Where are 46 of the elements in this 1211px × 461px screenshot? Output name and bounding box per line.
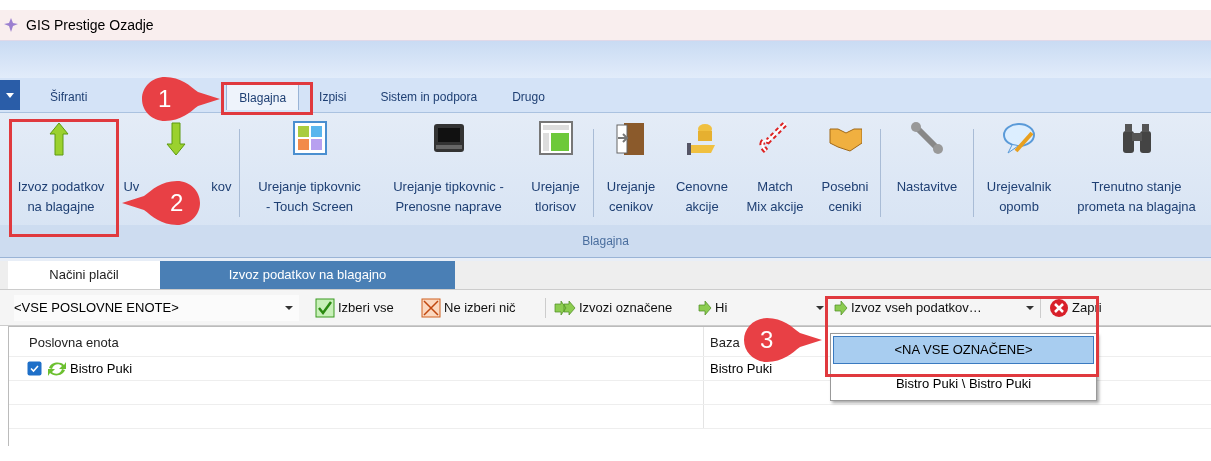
- ribbon-tab[interactable]: Izpisi: [307, 84, 359, 110]
- ribbon-tab[interactable]: Drugo: [500, 84, 557, 110]
- close-icon: [1049, 297, 1069, 318]
- toolbar-button[interactable]: Hi: [696, 294, 732, 321]
- ribbon-tab[interactable]: Sistem in podpora: [368, 84, 490, 110]
- app-icon: [4, 17, 18, 33]
- unit-select[interactable]: <VSE POSLOVNE ENOTE>: [14, 294, 299, 321]
- ribbon-button[interactable]: Urejanje tlorisov: [520, 121, 591, 225]
- ribbon-button[interactable]: Posebni ceniki: [812, 121, 878, 225]
- ribbon-button[interactable]: Urejanje tipkovnic - Prenosne naprave: [377, 121, 520, 225]
- ribbon-group-label: Blagajna: [582, 233, 629, 250]
- ribbon-button[interactable]: Urejanje tipkovnic - Touch Screen: [242, 121, 377, 225]
- toolbar-button[interactable]: Izvoz vseh podatkov…: [832, 294, 1022, 321]
- tiles-icon: [292, 121, 327, 157]
- caret-icon: [285, 305, 293, 310]
- window-title: GIS Prestige Ozadje: [26, 15, 154, 35]
- ribbon-button[interactable]: Izvoz podatkov na blagajne: [4, 121, 118, 225]
- callout-number: 2: [170, 189, 184, 217]
- ribbon-button[interactable]: Cenovne akcije: [666, 121, 738, 225]
- ribbon-button[interactable]: Trenutno stanje prometa na blagajna: [1062, 121, 1211, 225]
- caret-icon: [1026, 305, 1034, 310]
- content-tab[interactable]: Načini plačil: [8, 261, 160, 289]
- ribbon-button[interactable]: Urejevalnik opomb: [976, 121, 1062, 225]
- checkbox[interactable]: [27, 361, 42, 376]
- toolbar-button[interactable]: Izberi vse: [313, 294, 411, 321]
- ribbon-button[interactable]: Urejanje cenikov: [596, 121, 666, 225]
- menu-item[interactable]: <NA VSE OZNAČENE>: [833, 336, 1094, 364]
- table-cell-text: Bistro Puki: [710, 359, 773, 378]
- column-header: Poslovna enota: [28, 333, 120, 352]
- ribbon-button[interactable]: Match Mix akcije: [738, 121, 812, 225]
- callout-number: 1: [158, 85, 172, 113]
- ribbon-tab[interactable]: Šifranti: [38, 84, 100, 110]
- caret-icon: [816, 305, 824, 310]
- cross-icon: [421, 297, 441, 318]
- content-tab[interactable]: Izvoz podatkov na blagajno: [160, 261, 455, 289]
- layout-icon: [538, 121, 573, 157]
- caret-icon: [6, 92, 14, 98]
- table-cell-text: Bistro Puki: [70, 359, 133, 378]
- toolbar-button[interactable]: Ne izberi nič: [419, 294, 539, 321]
- check-icon: [315, 297, 335, 318]
- app-menu-button[interactable]: [0, 80, 20, 110]
- wrench-icon: [910, 121, 944, 157]
- ribbon-tab[interactable]: Blagajna: [226, 84, 300, 110]
- ribbon-button[interactable]: Nastavitve: [883, 121, 971, 225]
- toolbar-button[interactable]: Izvozi označene: [552, 294, 689, 321]
- callout-number: 3: [760, 326, 774, 354]
